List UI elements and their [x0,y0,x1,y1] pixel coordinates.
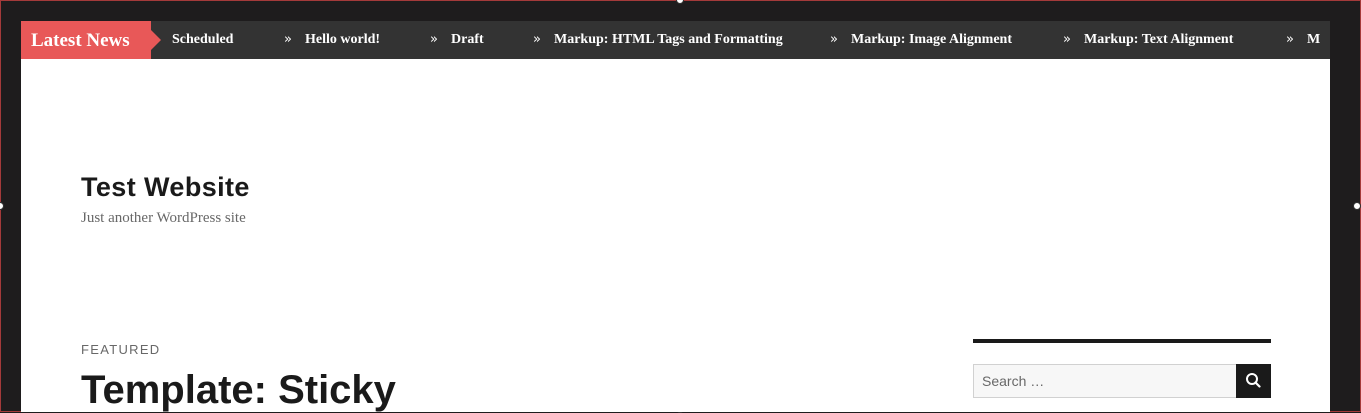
ticker-separator-icon: » [830,32,838,47]
ticker-separator-icon: » [533,32,541,47]
site-title[interactable]: Test Website [81,172,250,203]
ticker-item[interactable]: Markup: HTML Tags and Formatting [554,21,783,59]
resize-handle-right[interactable] [1353,202,1361,210]
widget-divider [973,339,1271,343]
featured-label: FEATURED [81,342,161,357]
ticker-item[interactable]: M [1307,21,1320,59]
ticker-item[interactable]: Markup: Image Alignment [851,21,1012,59]
ticker-separator-icon: » [430,32,438,47]
ticker-separator-icon: » [1063,32,1071,47]
search-button[interactable] [1236,364,1271,398]
ticker-separator-icon: » [284,32,292,47]
news-ticker: Latest News Scheduled » Hello world! » D… [21,21,1330,59]
ticker-item[interactable]: Draft [451,21,484,59]
ticker-separator-icon: » [1286,32,1294,47]
post-title[interactable]: Template: Sticky [81,366,396,412]
ticker-item[interactable]: Markup: Text Alignment [1084,21,1233,59]
site-page: Latest News Scheduled » Hello world! » D… [21,21,1330,412]
ticker-item[interactable]: Scheduled [172,21,233,59]
ticker-label: Latest News [21,21,161,59]
search-icon [1246,373,1261,388]
search-input[interactable] [973,364,1237,398]
site-description: Just another WordPress site [81,210,246,226]
ticker-item[interactable]: Hello world! [305,21,380,59]
